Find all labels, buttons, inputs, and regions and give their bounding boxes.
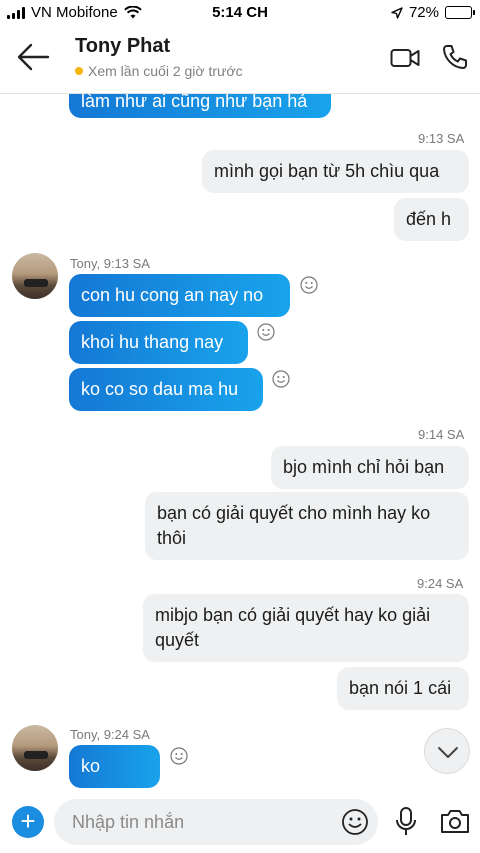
incoming-message[interactable]: làm như ai cũng như bạn hả xyxy=(69,94,331,118)
contact-avatar[interactable] xyxy=(12,725,58,771)
outgoing-message[interactable]: bạn nói 1 cái xyxy=(337,667,469,710)
add-reaction-smiley-icon[interactable] xyxy=(272,370,290,388)
message-list[interactable]: làm như ai cũng như bạn hả 9:13 SA mình … xyxy=(0,94,480,792)
add-reaction-smiley-icon[interactable] xyxy=(257,323,275,341)
message-text: con hu cong an nay no xyxy=(81,285,264,305)
timestamp: 9:24 SA xyxy=(417,576,464,591)
add-reaction-smiley-icon[interactable] xyxy=(300,276,318,294)
contact-name[interactable]: Tony Phat xyxy=(75,35,170,58)
outgoing-message[interactable]: mình gọi bạn từ 5h chìu qua xyxy=(202,150,469,193)
phone-call-icon[interactable] xyxy=(442,44,468,70)
emoji-icon[interactable] xyxy=(341,808,369,836)
plus-icon: + xyxy=(20,806,36,836)
camera-icon[interactable] xyxy=(440,808,470,834)
timestamp: 9:14 SA xyxy=(418,427,465,442)
message-composer: + xyxy=(0,792,480,853)
message-text: ko co so dau ma hu xyxy=(81,379,239,399)
chat-header: Tony Phat Xem lần cuối 2 giờ trước xyxy=(0,26,480,94)
contact-avatar[interactable] xyxy=(12,253,58,299)
incoming-message[interactable]: khoi hu thang nay xyxy=(69,321,248,364)
video-call-icon[interactable] xyxy=(390,46,420,70)
battery-info: 72% xyxy=(391,4,475,21)
status-bar: VN Mobifone 5:14 CH 72% xyxy=(0,0,480,26)
location-arrow-icon xyxy=(391,6,403,19)
message-text: đến h xyxy=(406,209,452,229)
message-text: ko xyxy=(81,756,101,776)
microphone-icon[interactable] xyxy=(394,806,418,838)
message-text: mibjo bạn có giải quyết hay ko giải quyế… xyxy=(155,605,431,650)
last-seen-status: Xem lần cuối 2 giờ trước xyxy=(75,63,243,79)
incoming-message[interactable]: con hu cong an nay no xyxy=(69,274,290,317)
battery-percent: 72% xyxy=(408,4,439,21)
message-text: bạn có giải quyết cho mình hay ko thôi xyxy=(157,503,431,548)
outgoing-message[interactable]: bạn có giải quyết cho mình hay ko thôi xyxy=(145,492,469,560)
sender-label: Tony, 9:13 SA xyxy=(70,256,150,271)
incoming-message[interactable]: ko co so dau ma hu xyxy=(69,368,263,411)
message-text: làm như ai cũng như bạn hả xyxy=(81,94,308,111)
away-status-icon xyxy=(75,67,83,75)
message-text: bạn nói 1 cái xyxy=(349,678,452,698)
sender-label: Tony, 9:24 SA xyxy=(70,727,150,742)
add-attachment-button[interactable]: + xyxy=(12,806,44,838)
incoming-message[interactable]: ko xyxy=(69,745,160,788)
back-arrow-icon[interactable] xyxy=(16,42,50,72)
chevron-down-icon xyxy=(438,747,458,758)
outgoing-message[interactable]: bjo mình chỉ hỏi bạn xyxy=(271,446,469,489)
message-input-container[interactable] xyxy=(54,799,378,845)
battery-icon xyxy=(445,6,475,19)
message-text: khoi hu thang nay xyxy=(81,332,224,352)
message-input[interactable] xyxy=(72,811,332,833)
outgoing-message[interactable]: đến h xyxy=(394,198,469,241)
add-reaction-smiley-icon[interactable] xyxy=(170,747,188,765)
outgoing-message[interactable]: mibjo bạn có giải quyết hay ko giải quyế… xyxy=(143,594,469,662)
scroll-to-bottom-button[interactable] xyxy=(424,728,470,774)
message-text: mình gọi bạn từ 5h chìu qua xyxy=(214,161,440,181)
message-text: bjo mình chỉ hỏi bạn xyxy=(283,457,445,477)
last-seen-text: Xem lần cuối 2 giờ trước xyxy=(88,63,243,79)
timestamp: 9:13 SA xyxy=(418,131,465,146)
